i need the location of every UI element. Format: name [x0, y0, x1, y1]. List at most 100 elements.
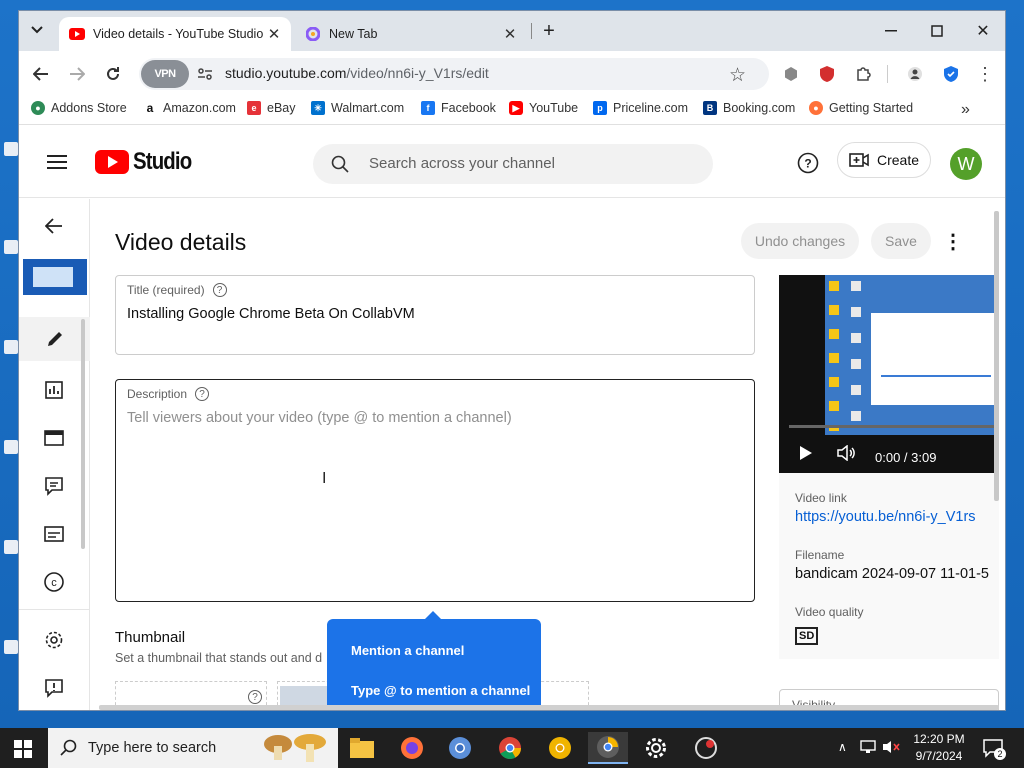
volume-muted-icon[interactable]	[882, 740, 900, 757]
close-tab-icon[interactable]: ✕	[499, 23, 521, 45]
video-progress-bar[interactable]	[789, 425, 999, 428]
bookmark-amazon[interactable]: a Amazon.com	[143, 101, 236, 115]
bookmark-getting-started[interactable]: ● Getting Started	[809, 101, 913, 115]
account-avatar[interactable]: W	[950, 148, 982, 180]
title-field[interactable]: Title (required)? Installing Google Chro…	[115, 275, 755, 355]
priceline-icon: p	[593, 101, 607, 115]
bookmark-youtube[interactable]: ▶ YouTube	[509, 101, 578, 115]
chrome-beta-icon[interactable]	[588, 732, 628, 764]
undo-changes-button[interactable]: Undo changes	[741, 223, 859, 259]
vpn-badge[interactable]: VPN	[141, 60, 189, 88]
file-explorer-icon[interactable]	[342, 732, 382, 764]
create-button[interactable]: Create	[837, 142, 931, 178]
nav-scrollbar[interactable]	[81, 319, 85, 549]
back-arrow-icon[interactable]	[41, 213, 67, 239]
horizontal-scrollbar[interactable]	[99, 705, 999, 710]
thumbnail-subtitle: Set a thumbnail that stands out and d	[115, 651, 323, 665]
main-scrollbar[interactable]	[994, 211, 999, 501]
search-placeholder: Search across your channel	[369, 155, 555, 172]
desktop-icon[interactable]	[4, 440, 18, 454]
nav-comments[interactable]	[41, 473, 67, 499]
tab-search-button[interactable]	[21, 15, 53, 45]
help-circle-icon[interactable]: ?	[248, 690, 262, 704]
desktop-icon[interactable]	[4, 640, 18, 654]
maximize-icon	[931, 25, 943, 37]
chrome-icon[interactable]	[490, 732, 530, 764]
nav-copyright[interactable]: c	[41, 569, 67, 595]
bookmark-walmart[interactable]: ✳ Walmart.com	[311, 101, 404, 115]
play-icon[interactable]	[799, 445, 813, 464]
gear-icon	[45, 631, 63, 649]
video-link-label: Video link	[795, 491, 847, 505]
extensions-puzzle-icon[interactable]	[849, 60, 877, 88]
forward-button[interactable]	[63, 60, 91, 88]
firefox-icon[interactable]	[392, 732, 432, 764]
video-thumbnail-small[interactable]	[23, 259, 87, 295]
facebook-icon: f	[421, 101, 435, 115]
chrome-canary-icon[interactable]	[540, 732, 580, 764]
extension-gear-icon[interactable]	[777, 60, 805, 88]
close-tab-icon[interactable]: ✕	[263, 23, 285, 45]
more-options-icon[interactable]: ⋮	[943, 229, 963, 254]
description-field[interactable]: Description? Tell viewers about your vid…	[115, 379, 755, 602]
notifications-icon[interactable]: 2	[982, 738, 1006, 761]
tab-new-tab[interactable]: New Tab ✕	[295, 17, 527, 51]
minimize-button[interactable]	[871, 17, 911, 45]
guard-shield-icon[interactable]	[937, 60, 965, 88]
video-quality-label: Video quality	[795, 605, 864, 619]
copyright-icon: c	[44, 572, 64, 592]
maximize-button[interactable]	[917, 17, 957, 45]
browser-menu-icon[interactable]: ⋮	[971, 60, 999, 88]
filename-value: bandicam 2024-09-07 11-01-5	[795, 566, 990, 582]
app-icon[interactable]	[686, 732, 726, 764]
address-bar[interactable]: VPN studio.youtube.com/video/nn6i-y_V1rs…	[139, 58, 769, 90]
save-button[interactable]: Save	[871, 223, 931, 259]
nav-subtitles[interactable]	[41, 521, 67, 547]
video-link[interactable]: https://youtu.be/nn6i-y_V1rs	[795, 509, 976, 525]
help-circle-icon[interactable]: ?	[195, 387, 210, 401]
bookmark-facebook[interactable]: f Facebook	[421, 101, 496, 115]
bookmark-priceline[interactable]: p Priceline.com	[593, 101, 688, 115]
bookmark-booking[interactable]: B Booking.com	[703, 101, 795, 115]
close-window-button[interactable]: ✕	[963, 17, 1003, 45]
nav-feedback[interactable]	[41, 675, 67, 701]
back-button[interactable]	[27, 60, 55, 88]
chromium-icon[interactable]	[440, 732, 480, 764]
desktop-icon[interactable]	[4, 240, 18, 254]
reload-button[interactable]	[99, 60, 127, 88]
profile-icon[interactable]	[901, 60, 929, 88]
desktop-icon[interactable]	[4, 340, 18, 354]
chevron-down-icon	[31, 26, 43, 34]
bookmarks-overflow-icon[interactable]: »	[961, 101, 970, 119]
windows-start-icon[interactable]	[14, 740, 32, 761]
video-preview[interactable]: 0:00 / 3:09	[779, 275, 999, 473]
pencil-icon	[47, 332, 62, 346]
tab-youtube-studio[interactable]: Video details - YouTube Studio ✕	[59, 17, 291, 51]
nav-editor[interactable]	[41, 425, 67, 451]
bookmark-star-icon[interactable]: ☆	[729, 64, 746, 87]
new-tab-button[interactable]: +	[529, 17, 569, 45]
sd-badge-icon: SD	[795, 627, 819, 645]
nav-details[interactable]	[19, 317, 90, 361]
network-icon[interactable]	[860, 740, 876, 757]
system-clock[interactable]: 12:20 PM 9/7/2024	[908, 731, 970, 765]
bookmark-addons-store[interactable]: ● Addons Store	[31, 101, 127, 115]
desktop-icon[interactable]	[4, 540, 18, 554]
nav-analytics[interactable]	[41, 377, 67, 403]
desktop-icon[interactable]	[4, 142, 18, 156]
settings-gear-icon[interactable]	[636, 732, 676, 764]
nav-settings[interactable]	[41, 627, 67, 653]
description-label: Description	[127, 387, 188, 401]
site-settings-icon[interactable]	[197, 66, 213, 85]
filename-label: Filename	[795, 548, 845, 562]
channel-search-input[interactable]: Search across your channel	[313, 144, 713, 184]
bookmark-ebay[interactable]: e eBay	[247, 101, 296, 115]
help-icon[interactable]: ?	[797, 152, 819, 177]
extension-shield-icon[interactable]	[813, 60, 841, 88]
help-circle-icon[interactable]: ?	[212, 283, 227, 297]
taskbar-search[interactable]: Type here to search	[48, 728, 338, 768]
studio-logo[interactable]: Studio	[95, 148, 202, 176]
volume-icon[interactable]	[837, 444, 857, 464]
hamburger-menu-icon[interactable]	[47, 154, 67, 173]
tray-chevron-up-icon[interactable]: ∧	[838, 740, 847, 754]
